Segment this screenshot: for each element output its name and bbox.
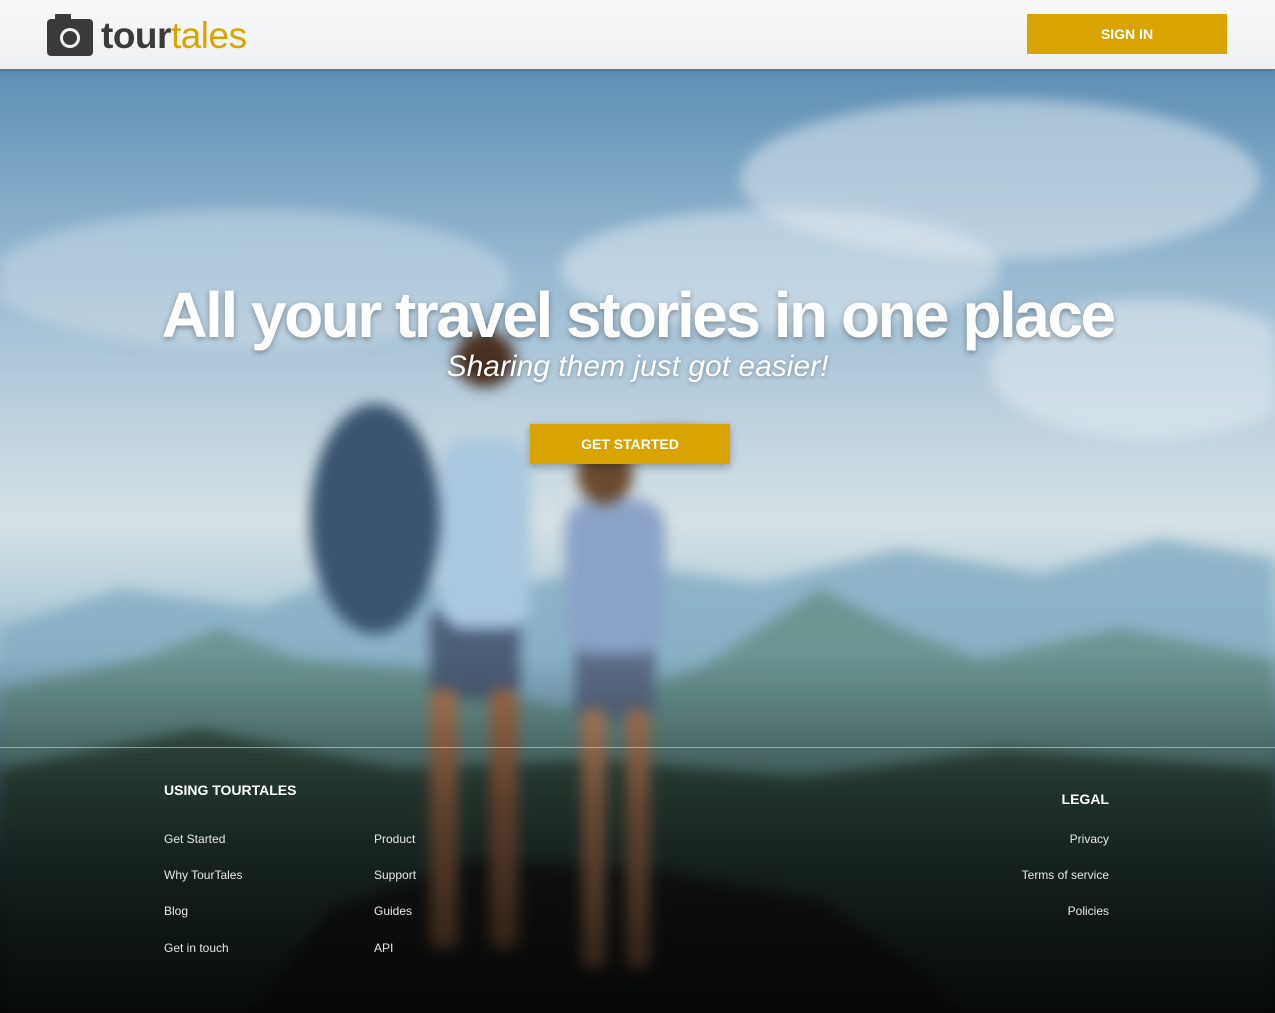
top-navbar: tourtales SIGN IN bbox=[0, 0, 1275, 69]
footer-heading-using: USING TOURTALES bbox=[164, 782, 297, 798]
hero-title: All your travel stories in one place bbox=[161, 279, 1116, 351]
logo-wordmark: tourtales bbox=[101, 17, 247, 54]
camera-icon bbox=[47, 14, 93, 56]
footer-link-product[interactable]: Product bbox=[374, 832, 415, 846]
footer-link-policies[interactable]: Policies bbox=[909, 904, 1109, 918]
footer-link-why-tourtales[interactable]: Why TourTales bbox=[164, 868, 242, 882]
footer-link-terms-of-service[interactable]: Terms of service bbox=[909, 868, 1109, 882]
footer-link-guides[interactable]: Guides bbox=[374, 904, 412, 918]
footer-link-blog[interactable]: Blog bbox=[164, 904, 188, 918]
logo-word-tales: tales bbox=[170, 14, 247, 56]
footer-heading-legal: LEGAL bbox=[1061, 791, 1109, 807]
tourtales-logo[interactable]: tourtales bbox=[47, 13, 247, 57]
hero-subtitle: Sharing them just got easier! bbox=[446, 350, 829, 383]
footer-link-get-in-touch[interactable]: Get in touch bbox=[164, 941, 229, 955]
logo-word-tour: tour bbox=[101, 14, 171, 56]
footer-divider bbox=[0, 747, 1275, 748]
sign-in-button[interactable]: SIGN IN bbox=[1027, 14, 1227, 54]
footer-link-api[interactable]: API bbox=[374, 941, 393, 955]
footer-link-privacy[interactable]: Privacy bbox=[909, 832, 1109, 846]
footer-link-get-started[interactable]: Get Started bbox=[164, 832, 225, 846]
get-started-button[interactable]: GET STARTED bbox=[530, 424, 730, 464]
footer-link-support[interactable]: Support bbox=[374, 868, 416, 882]
